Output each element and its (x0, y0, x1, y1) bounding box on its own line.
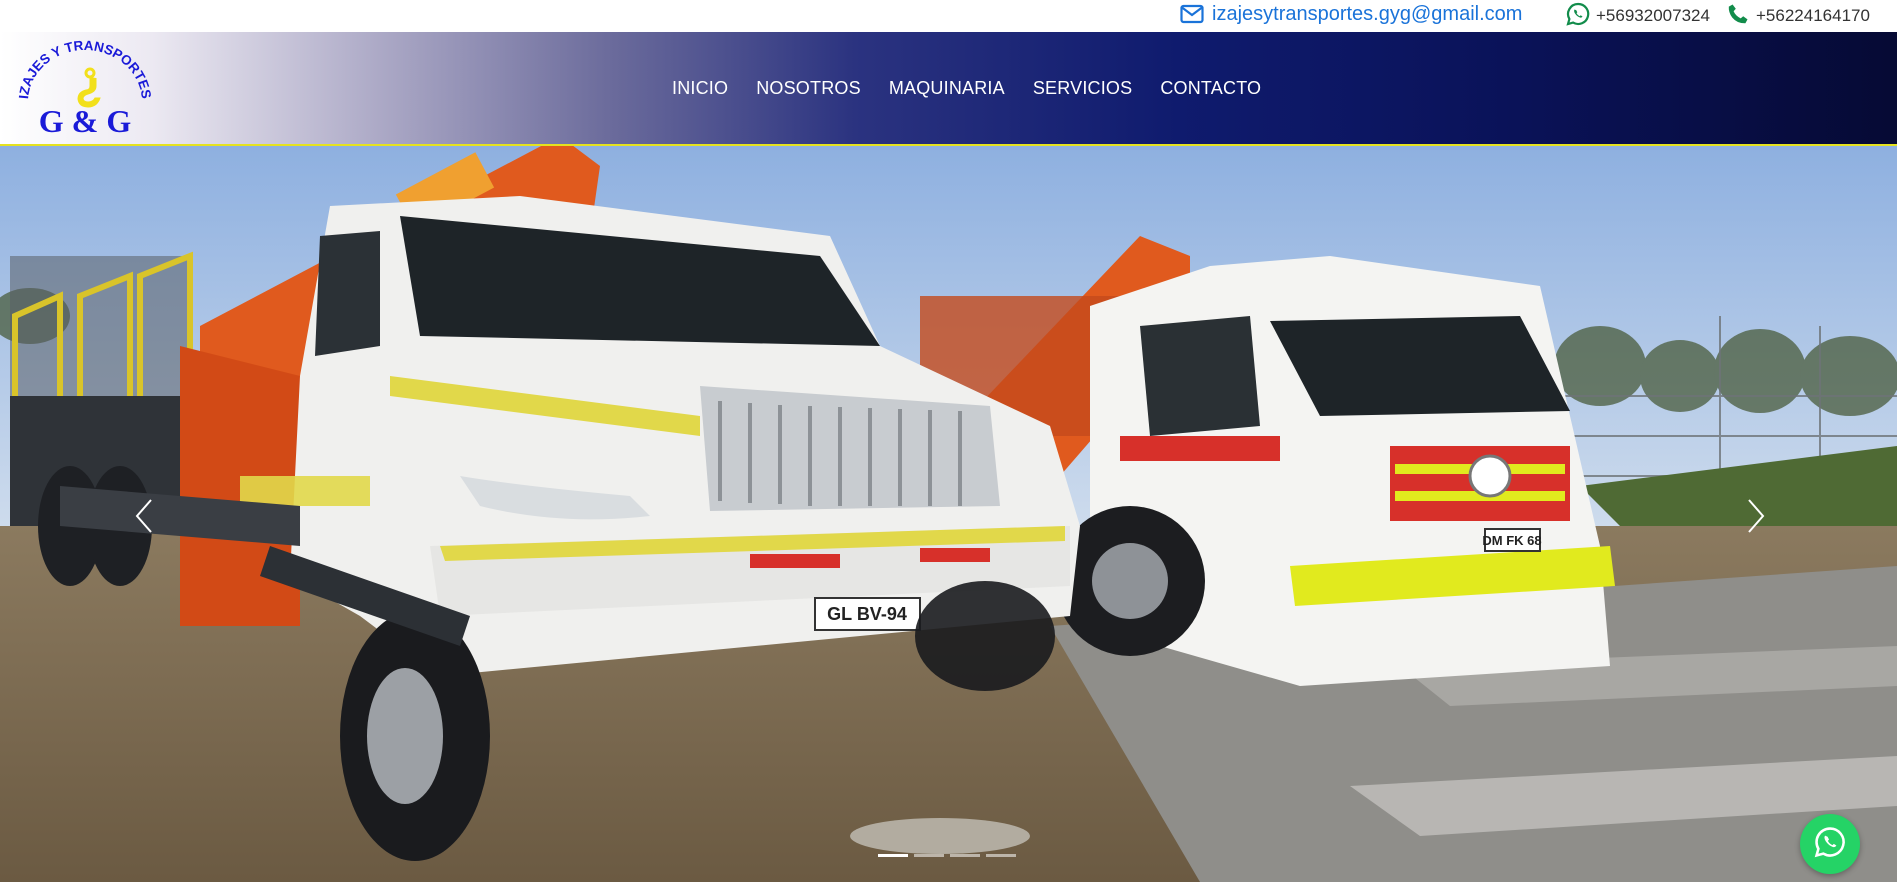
main-nav: INICIO NOSOTROS MAQUINARIA SERVICIOS CON… (672, 32, 1289, 144)
site-header: IZAJES Y TRANSPORTES G & G INICIO NOSOTR… (0, 32, 1897, 146)
envelope-icon (1180, 4, 1204, 24)
hero-carousel: DM FK 68 GL BV-94 (0, 146, 1897, 882)
nav-item-contacto[interactable]: CONTACTO (1160, 78, 1261, 99)
carousel-prev-button[interactable] (124, 486, 164, 546)
nav-item-servicios[interactable]: SERVICIOS (1033, 78, 1133, 99)
whatsapp-icon (1813, 825, 1847, 864)
logo-hook-icon (77, 67, 101, 108)
whatsapp-chat-button[interactable] (1800, 814, 1860, 874)
carousel-indicator[interactable] (986, 854, 1016, 857)
nav-item-inicio[interactable]: INICIO (672, 78, 728, 99)
truck2-plate: DM FK 68 (1482, 533, 1541, 548)
chevron-left-icon (134, 498, 154, 534)
whatsapp-phone-link[interactable]: +56932007324 (1566, 0, 1710, 28)
whatsapp-phone-number[interactable]: +56932007324 (1596, 6, 1710, 26)
logo-initials: G & G (39, 103, 132, 136)
truck1-plate: GL BV-94 (827, 604, 907, 624)
email-link[interactable]: izajesytransportes.gyg@gmail.com (1180, 0, 1522, 28)
chevron-right-icon (1746, 498, 1766, 534)
carousel-indicator[interactable] (878, 854, 908, 857)
email-address[interactable]: izajesytransportes.gyg@gmail.com (1212, 3, 1522, 26)
contact-bar: izajesytransportes.gyg@gmail.com +569320… (0, 0, 1897, 32)
carousel-next-button[interactable] (1736, 486, 1776, 546)
nav-item-nosotros[interactable]: NOSOTROS (756, 78, 861, 99)
phone-icon (1726, 2, 1750, 26)
carousel-indicator[interactable] (950, 854, 980, 857)
carousel-indicator[interactable] (914, 854, 944, 857)
nav-item-maquinaria[interactable]: MAQUINARIA (889, 78, 1005, 99)
carousel-indicators (878, 854, 1022, 857)
whatsapp-icon (1566, 2, 1590, 26)
landline-phone-number[interactable]: +56224164170 (1756, 6, 1870, 26)
hero-slide-image: DM FK 68 GL BV-94 (0, 146, 1897, 882)
company-logo[interactable]: IZAJES Y TRANSPORTES G & G (16, 38, 154, 139)
landline-phone-link[interactable]: +56224164170 (1726, 0, 1870, 28)
